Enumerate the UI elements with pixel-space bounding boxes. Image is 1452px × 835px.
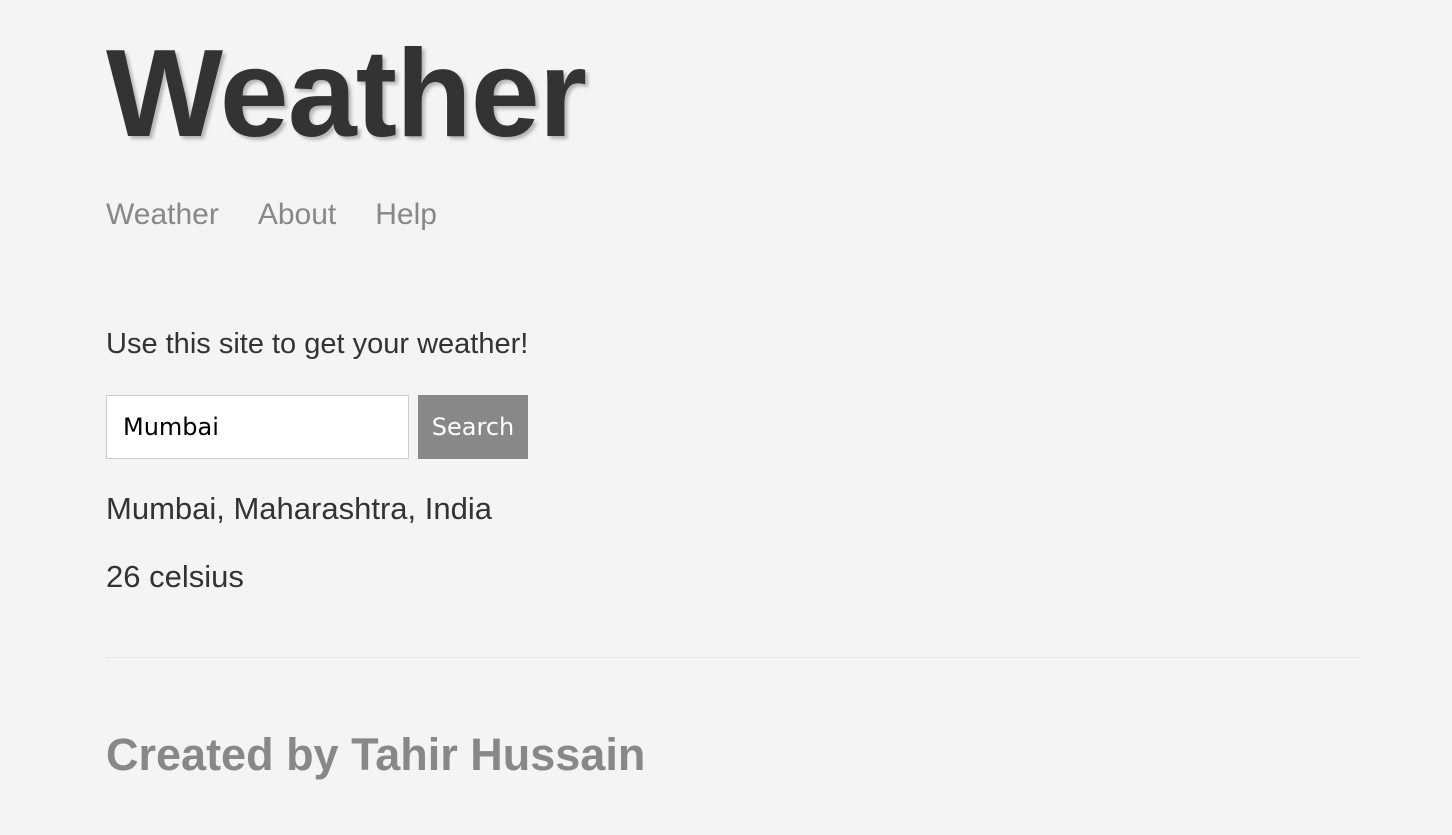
nav-link-about[interactable]: About: [258, 197, 336, 233]
search-form: Search: [106, 395, 528, 459]
footer-divider: [106, 657, 1362, 658]
footer-credit: Created by Tahir Hussain: [106, 729, 646, 780]
nav-link-help[interactable]: Help: [375, 197, 437, 233]
location-search-input[interactable]: [106, 395, 409, 459]
nav-link-weather[interactable]: Weather: [106, 197, 219, 233]
search-button[interactable]: Search: [418, 395, 528, 459]
intro-text: Use this site to get your weather!: [106, 328, 529, 360]
temperature-result: 26 celsius: [106, 559, 244, 594]
location-result: Mumbai, Maharashtra, India: [106, 491, 492, 526]
page-title: Weather: [106, 25, 587, 163]
main-nav: Weather About Help: [106, 197, 437, 233]
